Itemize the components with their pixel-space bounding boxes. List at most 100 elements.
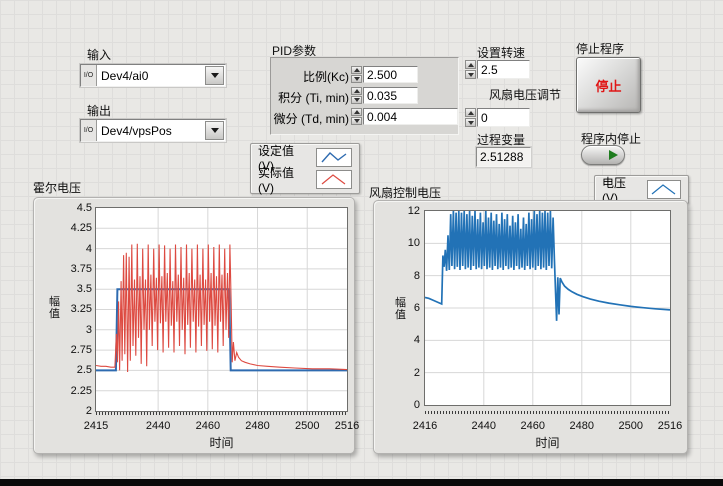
hall-chart-legend: 设定值(V) 实际值(V) xyxy=(250,143,360,194)
x-tick-label: 2516 xyxy=(658,420,682,432)
y-tick-label: 0 xyxy=(414,399,420,411)
legend-item-actual[interactable]: 实际值(V) xyxy=(251,169,359,191)
decrement-button[interactable] xyxy=(351,75,362,83)
x-tick-label: 2440 xyxy=(472,420,496,432)
stop-program-label: 停止程序 xyxy=(576,40,624,57)
bottom-edge xyxy=(0,479,723,486)
increment-button[interactable] xyxy=(351,87,362,95)
arrow-up-icon xyxy=(354,110,360,114)
x-axis-minor-ticks xyxy=(425,411,670,414)
x-tick-label: 2500 xyxy=(619,420,643,432)
y-axis-label: 幅值 xyxy=(48,296,61,320)
input-channel-value: Dev4/ai0 xyxy=(97,65,204,86)
output-channel-value: Dev4/vpsPos xyxy=(97,120,204,141)
increment-button[interactable] xyxy=(351,108,362,116)
x-tick-label: 2440 xyxy=(146,420,170,432)
y-tick-label: 2.75 xyxy=(71,344,92,356)
pid-kc-label: 比例(Kc) xyxy=(271,68,349,85)
increment-button[interactable] xyxy=(351,66,362,74)
io-channel-icon: I/O xyxy=(81,65,97,86)
set-speed-label: 设置转速 xyxy=(477,44,525,61)
output-channel-dropdown[interactable]: I/O Dev4/vpsPos xyxy=(80,119,226,142)
waveform-svg xyxy=(425,211,670,405)
y-axis-label: 幅值 xyxy=(394,297,407,321)
y-tick-label: 2.5 xyxy=(77,364,92,376)
fan-voltage-chart: 121086420 幅值 241624402460248025002516 时间 xyxy=(373,200,688,454)
io-channel-icon: I/O xyxy=(81,120,97,141)
y-tick-label: 2.25 xyxy=(71,385,92,397)
y-tick-label: 6 xyxy=(414,302,420,314)
decrement-button[interactable] xyxy=(465,118,476,127)
chevron-down-icon xyxy=(211,128,219,133)
arrow-up-icon xyxy=(354,89,360,93)
x-tick-label: 2416 xyxy=(413,420,437,432)
x-tick-label: 2480 xyxy=(570,420,594,432)
decrement-button[interactable] xyxy=(351,96,362,104)
set-speed-field[interactable]: 2.5 xyxy=(477,60,530,79)
waveform-svg xyxy=(96,208,347,411)
y-tick-label: 4.25 xyxy=(71,222,92,234)
waveform-swatch-icon[interactable] xyxy=(647,180,681,199)
x-axis-label: 时间 xyxy=(96,434,347,451)
stop-button[interactable]: 停止 xyxy=(576,57,641,113)
arrow-up-icon xyxy=(354,68,360,72)
x-axis-ticks: 241624402460248025002516 xyxy=(425,420,670,432)
pid-kc-spinner[interactable] xyxy=(351,66,362,83)
increment-button[interactable] xyxy=(465,60,476,69)
pid-kc-field[interactable]: 2.500 xyxy=(363,66,418,83)
output-channel-label: 输出 xyxy=(87,102,111,119)
y-tick-label: 4 xyxy=(86,243,92,255)
y-tick-label: 3.75 xyxy=(71,263,92,275)
play-triangle-icon xyxy=(609,150,618,160)
x-tick-label: 2460 xyxy=(196,420,220,432)
x-tick-label: 2516 xyxy=(335,420,359,432)
legend-label: 实际值(V) xyxy=(258,164,309,195)
inner-stop-toggle[interactable] xyxy=(581,145,625,165)
fan-voltage-label: 风扇电压调节 xyxy=(489,86,561,103)
input-channel-dropdown[interactable]: I/O Dev4/ai0 xyxy=(80,64,226,87)
y-tick-label: 10 xyxy=(408,237,420,249)
arrow-down-icon xyxy=(354,77,360,81)
pid-ti-label: 积分 (Ti, min) xyxy=(271,89,349,106)
y-tick-label: 4.5 xyxy=(77,202,92,214)
fan-voltage-spinner[interactable] xyxy=(465,108,476,127)
y-tick-label: 2 xyxy=(414,367,420,379)
set-speed-spinner[interactable] xyxy=(465,60,476,79)
y-tick-label: 3 xyxy=(86,324,92,336)
chevron-down-icon xyxy=(211,73,219,78)
plot-area[interactable] xyxy=(95,207,348,412)
process-variable-label: 过程变量 xyxy=(477,131,525,148)
x-tick-label: 2480 xyxy=(245,420,269,432)
arrow-up-icon xyxy=(468,63,474,67)
hall-chart-title: 霍尔电压 xyxy=(33,179,81,196)
pid-td-label: 微分 (Td, min) xyxy=(271,110,349,127)
pid-td-field[interactable]: 0.004 xyxy=(363,108,458,125)
dropdown-arrow-button[interactable] xyxy=(205,66,224,85)
arrow-down-icon xyxy=(468,73,474,77)
input-channel-label: 输入 xyxy=(87,46,111,63)
plot-area[interactable] xyxy=(424,210,671,406)
x-tick-label: 2460 xyxy=(521,420,545,432)
pid-td-spinner[interactable] xyxy=(351,108,362,125)
process-variable-indicator: 2.51288 xyxy=(476,147,531,167)
pid-cluster: 比例(Kc) 2.500 积分 (Ti, min) 0.035 微分 (Td, … xyxy=(270,57,459,135)
fan-voltage-field[interactable]: 0 xyxy=(477,108,530,127)
increment-button[interactable] xyxy=(465,108,476,117)
y-tick-label: 3.5 xyxy=(77,283,92,295)
y-tick-label: 2 xyxy=(86,405,92,417)
waveform-swatch-icon[interactable] xyxy=(316,148,352,167)
x-tick-label: 2500 xyxy=(295,420,319,432)
decrement-button[interactable] xyxy=(465,70,476,79)
dropdown-arrow-button[interactable] xyxy=(205,121,224,140)
y-tick-label: 4 xyxy=(414,334,420,346)
pid-ti-spinner[interactable] xyxy=(351,87,362,104)
x-axis-ticks: 241524402460248025002516 xyxy=(96,420,347,432)
waveform-swatch-icon[interactable] xyxy=(316,170,352,189)
legend-item-voltage[interactable]: 电压(V) xyxy=(595,179,688,201)
y-tick-label: 8 xyxy=(414,270,420,282)
arrow-down-icon xyxy=(354,119,360,123)
decrement-button[interactable] xyxy=(351,117,362,125)
pid-ti-field[interactable]: 0.035 xyxy=(363,87,418,104)
x-tick-label: 2415 xyxy=(84,420,108,432)
x-axis-minor-ticks xyxy=(96,412,347,415)
